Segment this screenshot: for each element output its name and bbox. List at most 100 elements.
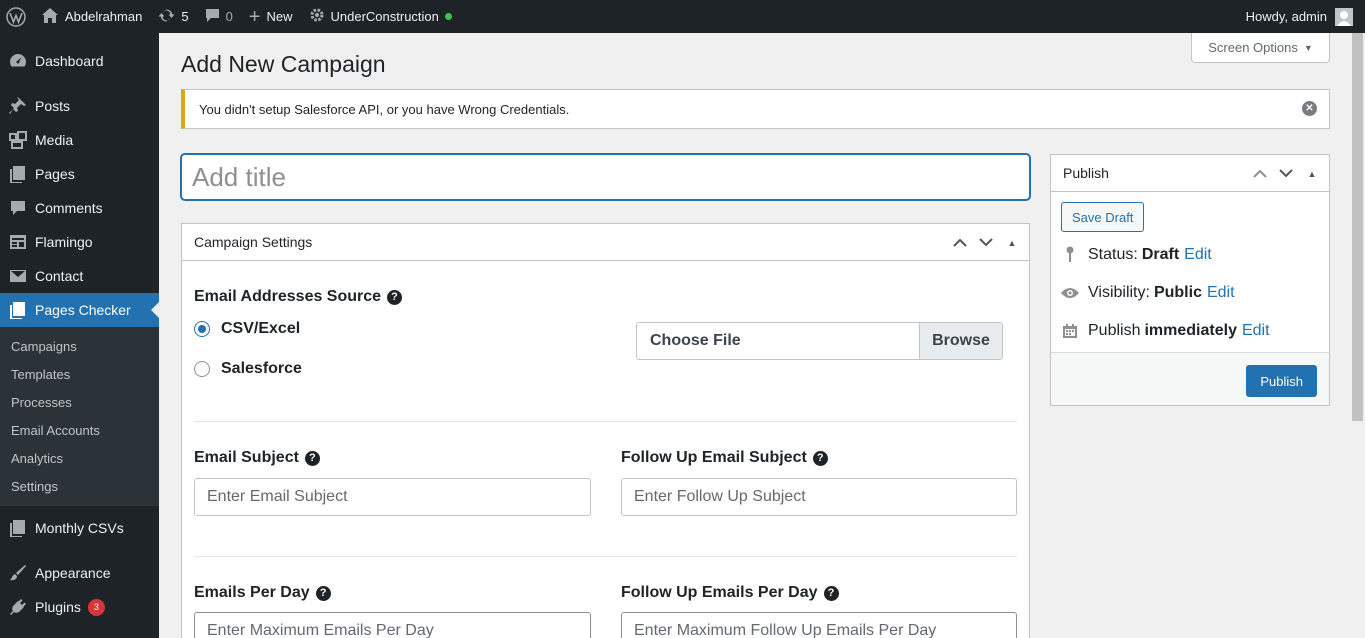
radio-button[interactable] (194, 321, 210, 337)
sidebar-item-label: Media (35, 132, 74, 148)
site-name: Abdelrahman (65, 9, 143, 24)
submenu-item-templates[interactable]: Templates (0, 361, 159, 389)
chevron-up-icon[interactable] (951, 236, 969, 250)
sidebar-item-pages[interactable]: Pages (0, 157, 159, 191)
file-upload-input[interactable]: Choose File Browse (636, 322, 1003, 360)
envelope-icon (8, 266, 28, 286)
sidebar-item-label: Appearance (35, 565, 111, 581)
wordpress-logo-icon[interactable] (0, 0, 34, 33)
submenu-item-settings[interactable]: Settings (0, 473, 159, 501)
browse-button[interactable]: Browse (919, 323, 1002, 359)
pages-icon (8, 518, 28, 538)
site-name-link[interactable]: Abdelrahman (34, 0, 150, 33)
sidebar-item-media[interactable]: Media (0, 123, 159, 157)
submenu-item-email-accounts[interactable]: Email Accounts (0, 417, 159, 445)
new-label: New (266, 9, 293, 24)
box-title: Publish (1063, 165, 1109, 181)
new-content-link[interactable]: + New (241, 0, 301, 33)
followup-subject-heading: Follow Up Email Subject ? (621, 449, 828, 467)
emails-per-day-input[interactable] (194, 612, 591, 638)
radio-button[interactable] (194, 361, 210, 377)
feed-icon (8, 232, 28, 252)
sidebar-item-label: Plugins (35, 599, 81, 615)
sidebar-item-comments[interactable]: Comments (0, 191, 159, 225)
publish-box: Publish ▲ Save Draft Status: Draft Edit … (1050, 154, 1330, 406)
email-source-label: Email Addresses Source (194, 288, 382, 305)
sidebar-item-flamingo[interactable]: Flamingo (0, 225, 159, 259)
pages-icon (8, 300, 28, 320)
followup-per-day-input[interactable] (621, 612, 1017, 638)
publish-header[interactable]: Publish ▲ (1051, 155, 1329, 192)
chevron-up-icon[interactable] (1251, 167, 1269, 181)
pin-icon (1061, 246, 1079, 264)
sidebar-item-label: Contact (35, 268, 84, 284)
page-title: Add New Campaign (181, 51, 386, 77)
sidebar-item-plugins[interactable]: Plugins 3 (0, 590, 159, 624)
submenu-item-analytics[interactable]: Analytics (0, 445, 159, 473)
visibility-label: Visibility: (1088, 284, 1150, 301)
email-subject-label: Email Subject (194, 449, 299, 466)
emails-per-day-label: Emails Per Day (194, 584, 310, 601)
plugins-update-badge: 3 (87, 598, 105, 616)
sidebar-item-label: Dashboard (35, 53, 104, 69)
radio-salesforce[interactable]: Salesforce (194, 360, 302, 378)
comment-icon (8, 198, 28, 218)
email-subject-heading: Email Subject ? (194, 449, 320, 467)
chevron-down-icon[interactable] (1277, 167, 1295, 181)
radio-csv-excel[interactable]: CSV/Excel (194, 320, 300, 338)
collapse-toggle-icon[interactable]: ▲ (1303, 169, 1321, 179)
warning-notice: You didn't setup Salesforce API, or you … (181, 89, 1330, 129)
followup-subject-input[interactable] (621, 478, 1017, 516)
help-icon[interactable]: ? (823, 585, 839, 601)
post-title-input[interactable] (181, 154, 1030, 200)
comments-link[interactable]: 0 (197, 0, 241, 33)
submenu-item-campaigns[interactable]: Campaigns (0, 333, 159, 361)
help-icon[interactable]: ? (387, 289, 403, 305)
sidebar-item-contact[interactable]: Contact (0, 259, 159, 293)
status-label: Status: (1088, 246, 1138, 263)
publish-date-row: Publish immediately Edit (1061, 322, 1270, 340)
divider (194, 421, 1017, 422)
publish-button[interactable]: Publish (1246, 365, 1317, 397)
screen-options-button[interactable]: Screen Options ▼ (1191, 33, 1330, 63)
sidebar-item-dashboard[interactable]: Dashboard (0, 44, 159, 78)
email-subject-input[interactable] (194, 478, 591, 516)
followup-per-day-heading: Follow Up Emails Per Day ? (621, 584, 839, 602)
chevron-down-icon[interactable] (977, 236, 995, 250)
updates-link[interactable]: 5 (150, 0, 196, 33)
eye-icon (1061, 287, 1079, 299)
save-draft-button[interactable]: Save Draft (1061, 202, 1145, 232)
dismiss-icon[interactable]: ✕ (1302, 101, 1317, 116)
choose-file-label: Choose File (650, 332, 741, 349)
updates-count: 5 (181, 9, 189, 24)
maintenance-label: UnderConstruction (330, 9, 439, 24)
collapse-toggle-icon[interactable]: ▲ (1003, 238, 1021, 248)
campaign-settings-header[interactable]: Campaign Settings ▲ (182, 224, 1029, 261)
sidebar-item-pages-checker[interactable]: Pages Checker (0, 293, 159, 327)
sidebar-item-appearance[interactable]: Appearance (0, 556, 159, 590)
my-account-link[interactable]: Howdy, admin (1238, 0, 1353, 33)
edit-status-link[interactable]: Edit (1184, 246, 1212, 264)
admin-sidebar: Dashboard Posts Media Pages Comments Fla… (0, 33, 159, 638)
radio-label: CSV/Excel (221, 320, 301, 337)
scrollbar-thumb[interactable] (1352, 33, 1363, 421)
help-icon[interactable]: ? (304, 450, 320, 466)
submenu-item-processes[interactable]: Processes (0, 389, 159, 417)
screen-options-label: Screen Options (1208, 40, 1298, 55)
maintenance-mode-link[interactable]: UnderConstruction (301, 0, 460, 33)
sidebar-item-label: Pages Checker (35, 302, 131, 318)
sidebar-item-posts[interactable]: Posts (0, 89, 159, 123)
edit-publish-date-link[interactable]: Edit (1242, 322, 1270, 340)
pages-checker-submenu: Campaigns Templates Processes Email Acco… (0, 327, 159, 506)
box-title: Campaign Settings (194, 234, 313, 250)
sidebar-item-monthly-csvs[interactable]: Monthly CSVs (0, 511, 159, 545)
page-scrollbar[interactable] (1350, 33, 1365, 638)
sidebar-item-label: Monthly CSVs (35, 520, 124, 536)
publish-actions: Publish (1051, 352, 1329, 405)
status-value: Draft (1141, 246, 1180, 263)
help-icon[interactable]: ? (812, 450, 828, 466)
help-icon[interactable]: ? (315, 585, 331, 601)
triangle-down-icon: ▼ (1303, 42, 1313, 53)
home-icon (42, 7, 58, 26)
edit-visibility-link[interactable]: Edit (1207, 284, 1235, 302)
